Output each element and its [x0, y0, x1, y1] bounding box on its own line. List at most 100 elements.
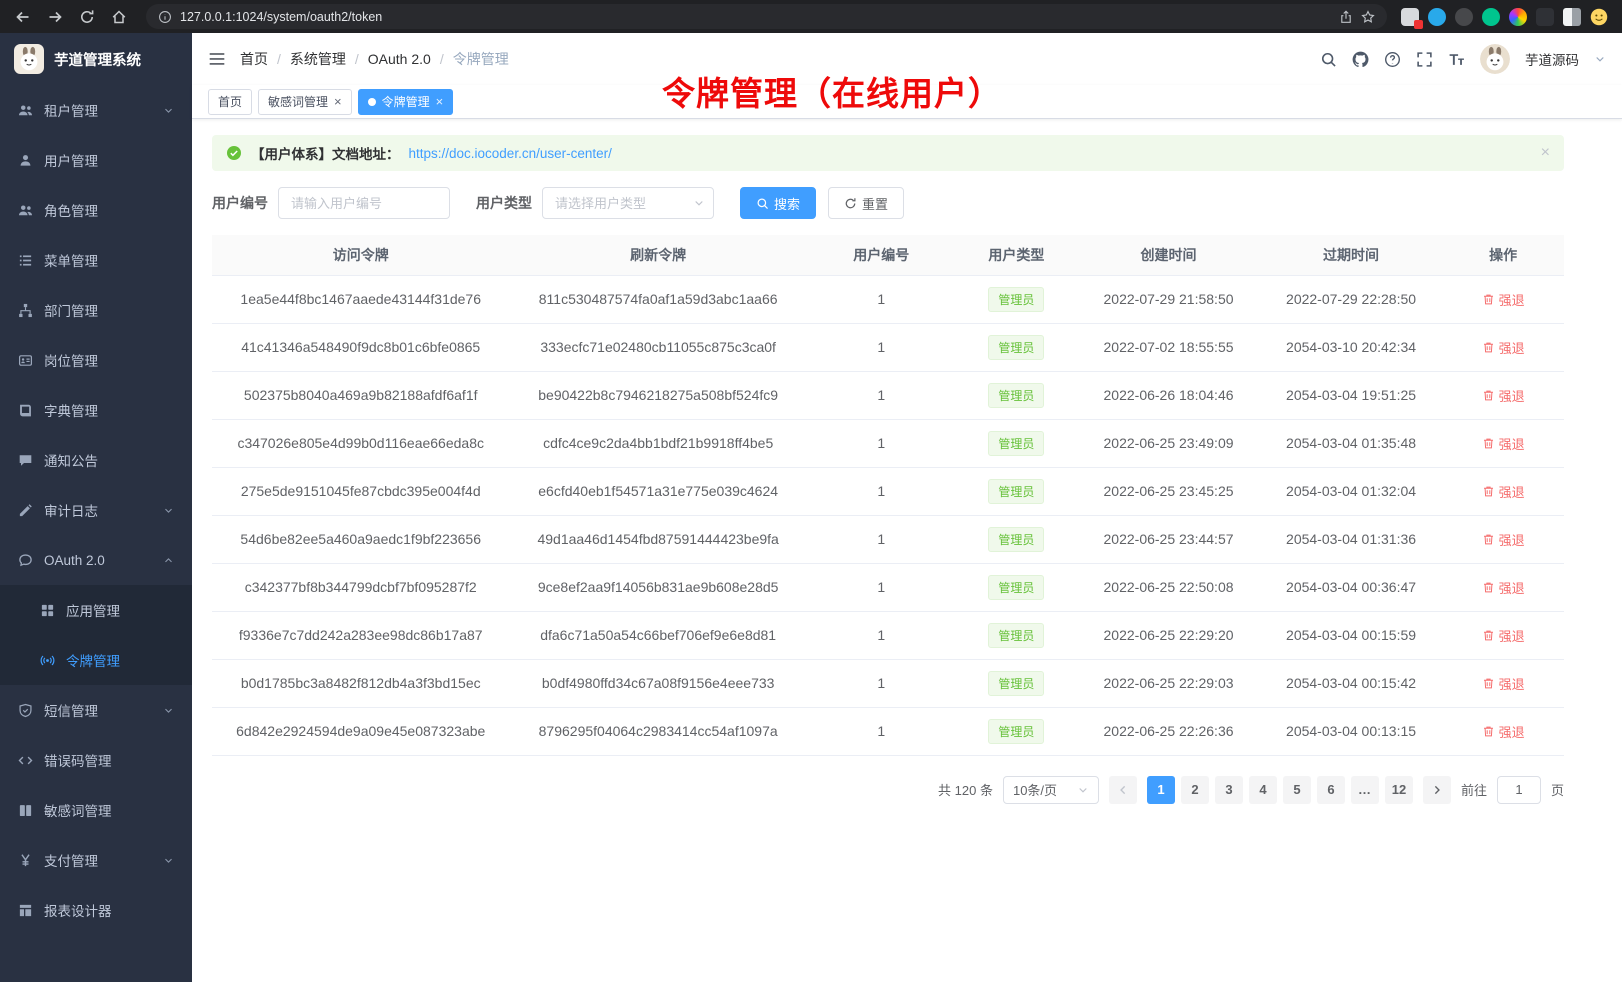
browser-profile-avatar[interactable]: [1590, 8, 1608, 26]
force-logout-label: 强退: [1499, 386, 1525, 405]
sidebar-item-oauth[interactable]: OAuth 2.0: [0, 535, 192, 585]
sidebar-collapse-button[interactable]: [208, 50, 226, 68]
force-logout-button[interactable]: 强退: [1482, 434, 1525, 453]
sidebar-item-oauth-app[interactable]: 应用管理: [0, 585, 192, 635]
extension-icon[interactable]: [1455, 8, 1473, 26]
home-button[interactable]: [106, 4, 132, 30]
next-page-button[interactable]: [1423, 776, 1451, 804]
column-header: 刷新令牌: [509, 235, 806, 275]
pagination-page[interactable]: 6: [1317, 776, 1345, 804]
view-tab[interactable]: 首页: [208, 89, 252, 115]
pagination-page[interactable]: 4: [1249, 776, 1277, 804]
user-type-cell: 管理员: [956, 563, 1078, 611]
tab-label: 敏感词管理: [268, 93, 328, 110]
bookmark-star-icon[interactable]: [1361, 10, 1375, 24]
force-logout-button[interactable]: 强退: [1482, 530, 1525, 549]
sidebar-item-dept[interactable]: 部门管理: [0, 285, 192, 335]
refresh-token-cell: 9ce8ef2aa9f14056b831ae9b608e28d5: [509, 563, 806, 611]
extension-icon[interactable]: [1482, 8, 1500, 26]
sidebar-item-sms[interactable]: 短信管理: [0, 685, 192, 735]
address-bar[interactable]: 127.0.0.1:1024/system/oauth2/token: [146, 4, 1387, 29]
close-icon[interactable]: ×: [436, 94, 444, 109]
column-header: 过期时间: [1260, 235, 1443, 275]
create-time-cell: 2022-06-26 18:04:46: [1077, 371, 1260, 419]
sidebar-item-label: 审计日志: [44, 500, 98, 520]
user-type-select[interactable]: [542, 187, 714, 219]
sidebar-item-notice[interactable]: 通知公告: [0, 435, 192, 485]
pagination-page[interactable]: 5: [1283, 776, 1311, 804]
trash-icon: [1482, 389, 1495, 402]
sidebar-toggle-icon[interactable]: [1563, 8, 1581, 26]
pagination-more[interactable]: …: [1351, 776, 1379, 804]
app-logo[interactable]: 芋道管理系统: [0, 33, 192, 85]
sidebar-item-label: 报表设计器: [44, 900, 112, 920]
expire-time-cell: 2054-03-04 01:35:48: [1260, 419, 1443, 467]
chevron-down-icon: [163, 705, 174, 716]
sidebar-item-pay[interactable]: 支付管理: [0, 835, 192, 885]
username[interactable]: 芋道源码: [1525, 49, 1579, 69]
sidebar-item-oauth-token[interactable]: 令牌管理: [0, 635, 192, 685]
force-logout-button[interactable]: 强退: [1482, 386, 1525, 405]
sidebar-item-report[interactable]: 报表设计器: [0, 885, 192, 935]
user-type-badge: 管理员: [988, 335, 1044, 360]
force-logout-button[interactable]: 强退: [1482, 626, 1525, 645]
extension-icon[interactable]: [1509, 8, 1527, 26]
forward-button[interactable]: [42, 4, 68, 30]
doc-link[interactable]: https://doc.iocoder.cn/user-center/: [409, 146, 612, 161]
create-time-cell: 2022-06-25 22:26:36: [1077, 707, 1260, 755]
user-avatar[interactable]: [1480, 44, 1510, 74]
sidebar-item-dict[interactable]: 字典管理: [0, 385, 192, 435]
sidebar-item-role[interactable]: 角色管理: [0, 185, 192, 235]
user-type-select-input[interactable]: [542, 187, 714, 219]
help-icon[interactable]: [1384, 51, 1401, 68]
extension-icon[interactable]: [1401, 8, 1419, 26]
reload-button[interactable]: [74, 4, 100, 30]
pagination-page[interactable]: 3: [1215, 776, 1243, 804]
create-time-cell: 2022-07-29 21:58:50: [1077, 275, 1260, 323]
alert-close-icon[interactable]: ×: [1541, 144, 1550, 162]
search-icon[interactable]: [1320, 51, 1337, 68]
user-id-input[interactable]: [278, 187, 450, 219]
force-logout-button[interactable]: 强退: [1482, 578, 1525, 597]
report-icon: [18, 903, 33, 918]
prev-page-button[interactable]: [1109, 776, 1137, 804]
sidebar-item-tenant[interactable]: 租户管理: [0, 85, 192, 135]
breadcrumb-item[interactable]: 系统管理: [290, 49, 346, 69]
font-size-icon[interactable]: [1448, 51, 1465, 68]
table-row: 6d842e2924594de9a09e45e087323abe8796295f…: [212, 707, 1564, 755]
reset-button[interactable]: 重置: [828, 187, 904, 219]
goto-page-input[interactable]: [1497, 776, 1541, 804]
view-tab[interactable]: 令牌管理×: [358, 89, 454, 115]
force-logout-button[interactable]: 强退: [1482, 290, 1525, 309]
user-menu-caret-icon[interactable]: [1594, 53, 1606, 65]
site-info-icon[interactable]: [158, 10, 172, 24]
menu-icon: [18, 253, 33, 268]
sidebar-item-error-code[interactable]: 错误码管理: [0, 735, 192, 785]
sidebar-item-audit-log[interactable]: 审计日志: [0, 485, 192, 535]
pagination-page[interactable]: 1: [1147, 776, 1175, 804]
close-icon[interactable]: ×: [334, 94, 342, 109]
share-icon[interactable]: [1339, 10, 1353, 24]
sidebar-item-menu[interactable]: 菜单管理: [0, 235, 192, 285]
page-size-select[interactable]: 10条/页: [1003, 776, 1099, 804]
extension-icon[interactable]: [1536, 8, 1554, 26]
pagination-page[interactable]: 2: [1181, 776, 1209, 804]
dict-icon: [18, 403, 33, 418]
force-logout-button[interactable]: 强退: [1482, 482, 1525, 501]
search-button[interactable]: 搜索: [740, 187, 816, 219]
fullscreen-icon[interactable]: [1416, 51, 1433, 68]
breadcrumb-item[interactable]: 首页: [240, 49, 268, 69]
breadcrumb-item[interactable]: OAuth 2.0: [368, 51, 431, 67]
sidebar-item-user[interactable]: 用户管理: [0, 135, 192, 185]
pagination-page[interactable]: 12: [1385, 776, 1413, 804]
back-button[interactable]: [10, 4, 36, 30]
force-logout-button[interactable]: 强退: [1482, 674, 1525, 693]
sidebar-item-post[interactable]: 岗位管理: [0, 335, 192, 385]
view-tab[interactable]: 敏感词管理 ×: [258, 89, 352, 115]
force-logout-button[interactable]: 强退: [1482, 338, 1525, 357]
create-time-cell: 2022-06-25 23:44:57: [1077, 515, 1260, 563]
extension-icon[interactable]: [1428, 8, 1446, 26]
sidebar-item-sensitive-word[interactable]: 敏感词管理: [0, 785, 192, 835]
force-logout-button[interactable]: 强退: [1482, 722, 1525, 741]
github-icon[interactable]: [1352, 51, 1369, 68]
